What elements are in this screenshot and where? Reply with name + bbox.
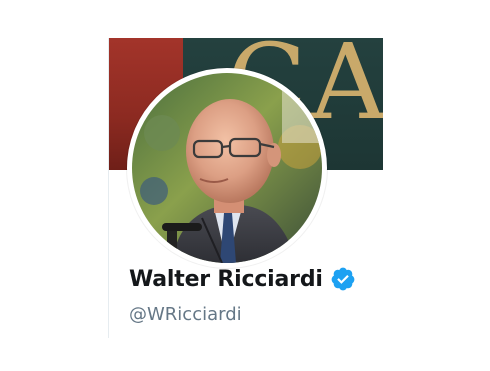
profile-handle[interactable]: @WRicciardi	[129, 304, 242, 325]
verified-badge-icon	[330, 266, 356, 292]
profile-card: CA Walter Ricciardi @WRicciardi	[108, 38, 383, 338]
name-row: Walter Ricciardi	[129, 266, 356, 292]
display-name[interactable]: Walter Ricciardi	[129, 267, 323, 292]
screenshot-frame: CA Walter Ricciardi @WRicciardi	[0, 0, 490, 371]
avatar-photo	[132, 73, 322, 263]
profile-avatar[interactable]	[127, 68, 327, 268]
